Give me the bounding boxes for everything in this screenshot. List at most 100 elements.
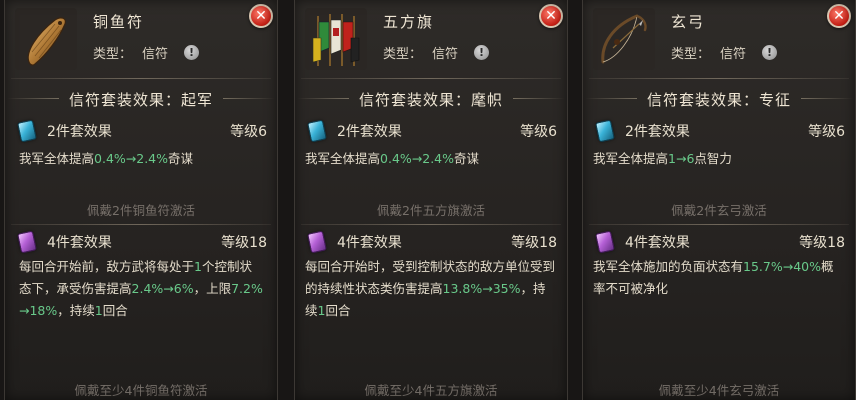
tier4-label: 4件套效果 [625,235,690,251]
description-text: ，上限 [193,281,232,296]
highlight-value: 2.4%→6% [131,281,194,296]
set-effect-header: 信符套装效果：麾帜 [295,86,567,112]
close-button[interactable]: ✕ [539,4,563,28]
bronze-fish-tally-icon [15,8,77,70]
tier4-activation-hint: 佩戴至少4件五方旗激活 [364,383,498,398]
tier4-description: 每回合开始时，受到控制状态的敌方单位受到的持续性状态类伤害提高13.8%→35%… [305,256,557,322]
type-label: 类型： [383,47,423,62]
description-text: 我军全体施加的负面状态有 [593,259,744,274]
tier4-description: 我军全体施加的负面状态有15.7%→40%概率不可被净化 [593,256,845,300]
item-name: 五方旗 [383,13,435,31]
tier4-level: 等级18 [221,235,267,251]
tier2-label: 2件套效果 [47,124,112,140]
header-ornament-left [585,98,637,99]
tier4-level: 等级18 [799,235,845,251]
item-type-row: 类型： 信符 ! [383,43,490,62]
highlight-value: 0.4%→2.4% [94,151,169,166]
blue-gem-icon [17,119,37,143]
item-card-dark-bow: 玄弓 类型： 信符 ! ✕ 信符套装效果：专征 2件套效果 等级6 我军全体提高… [582,0,856,400]
header-ornament-right [513,98,565,99]
description-text: 我军全体提高 [593,151,669,166]
divider [11,224,271,225]
set-effect-title: 信符套装效果：麾帜 [358,90,503,109]
tier4-header: 4件套效果 等级18 [17,230,267,254]
tier2-description: 我军全体提高1→6点智力 [593,148,845,170]
description-text: 回合 [325,303,351,318]
type-value: 信符 [142,47,169,62]
close-icon: ✕ [833,8,845,24]
tier4-header: 4件套效果 等级18 [595,230,845,254]
highlight-value: 0.4%→2.4% [380,151,455,166]
blue-gem-icon [595,119,615,143]
five-direction-flags-icon [305,8,367,70]
description-text: 我军全体提高 [305,151,381,166]
highlight-value: 1→6 [668,151,695,166]
tier4-description: 每回合开始前，敌方武将每处于1个控制状态下，承受伤害提高2.4%→6%，上限7.… [19,256,263,322]
tier2-header: 2件套效果 等级6 [307,119,557,143]
tier2-activation-hint: 佩戴2件铜鱼符激活 [87,203,195,218]
tier2-header: 2件套效果 等级6 [595,119,845,143]
tier2-label: 2件套效果 [337,124,402,140]
close-button[interactable]: ✕ [827,4,851,28]
tier2-description: 我军全体提高0.4%→2.4%奇谋 [19,148,263,170]
description-text: 回合 [102,303,128,318]
description-text: ，持续 [57,303,95,318]
divider [301,224,561,225]
set-effect-title: 信符套装效果：起军 [68,90,213,109]
type-value: 信符 [720,47,747,62]
dark-bow-icon [593,8,655,70]
item-type-row: 类型： 信符 ! [93,43,200,62]
tier2-description: 我军全体提高0.4%→2.4%奇谋 [305,148,557,170]
tier2-header: 2件套效果 等级6 [17,119,267,143]
header-ornament-right [223,98,275,99]
close-icon: ✕ [545,8,557,24]
divider [589,224,849,225]
blue-gem-icon [307,119,327,143]
set-effect-title: 信符套装效果：专征 [646,90,791,109]
description-text: 每回合开始前，敌方武将每处于 [19,259,195,274]
highlight-value: 1 [194,259,202,274]
header-ornament-left [7,98,59,99]
item-card-five-direction-flags: 五方旗 类型： 信符 ! ✕ 信符套装效果：麾帜 2件套效果 等级6 我军全体提… [294,0,568,400]
item-name: 铜鱼符 [93,13,145,31]
tier4-header: 4件套效果 等级18 [307,230,557,254]
description-text: 奇谋 [454,151,480,166]
divider [301,78,561,79]
description-text: 奇谋 [168,151,194,166]
item-card-bronze-fish-tally: 铜鱼符 类型： 信符 ! ✕ 信符套装效果：起军 2件套效果 等级6 我军全体提… [4,0,278,400]
tier2-label: 2件套效果 [625,124,690,140]
tier2-activation-hint: 佩戴2件玄弓激活 [671,203,767,218]
item-name: 玄弓 [671,13,706,31]
header-ornament-right [801,98,853,99]
info-icon[interactable]: ! [474,45,490,60]
tier4-activation-hint: 佩戴至少4件铜鱼符激活 [74,383,208,398]
type-label: 类型： [671,47,711,62]
item-type-row: 类型： 信符 ! [671,43,778,62]
highlight-value: 13.8%→35% [442,281,521,296]
description-text: 点智力 [694,151,732,166]
type-label: 类型： [93,47,133,62]
type-value: 信符 [432,47,459,62]
info-icon[interactable]: ! [184,45,200,60]
tier4-label: 4件套效果 [47,235,112,251]
tier2-level: 等级6 [230,124,267,140]
header-ornament-left [297,98,349,99]
tier2-level: 等级6 [808,124,845,140]
tier2-level: 等级6 [520,124,557,140]
close-icon: ✕ [255,8,267,24]
highlight-value: 1 [94,303,103,318]
purple-gem-icon [17,230,37,254]
divider [11,78,271,79]
tier4-level: 等级18 [511,235,557,251]
tier2-activation-hint: 佩戴2件五方旗激活 [377,203,485,218]
purple-gem-icon [307,230,327,254]
purple-gem-icon [595,230,615,254]
description-text: 我军全体提高 [19,151,95,166]
info-icon[interactable]: ! [762,45,778,60]
set-effect-header: 信符套装效果：专征 [583,86,855,112]
divider [589,78,849,79]
tier4-activation-hint: 佩戴至少4件玄弓激活 [658,383,780,398]
close-button[interactable]: ✕ [249,4,273,28]
highlight-value: 15.7%→40% [743,259,821,274]
tier4-label: 4件套效果 [337,235,402,251]
